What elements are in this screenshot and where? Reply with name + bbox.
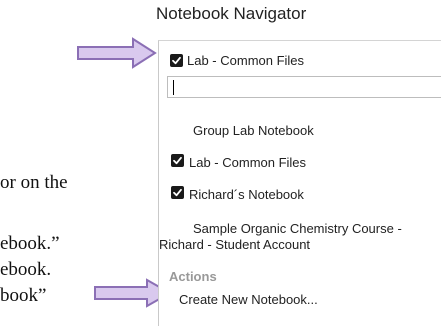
notebook-navigator-panel: Lab - Common Files ▴ Group Lab Notebook bbox=[158, 40, 441, 326]
page: or on the ebook.” ebook. book” Notebook … bbox=[0, 0, 441, 326]
current-notebook-label: Lab - Common Files bbox=[187, 53, 305, 68]
notebook-item-sample-organic-chemistry[interactable]: Sample Organic Chemistry Course - Richar… bbox=[159, 221, 441, 257]
notebook-search-field[interactable] bbox=[167, 76, 441, 98]
doc-text-line: ebook. bbox=[0, 259, 52, 280]
doc-text-line: or on the bbox=[0, 172, 68, 193]
notebook-item-lab-common-files[interactable]: Lab - Common Files bbox=[159, 152, 441, 172]
notebook-item-label: Sample Organic Chemistry Course - bbox=[193, 221, 402, 236]
actions-heading: Actions bbox=[169, 269, 217, 284]
checkbox-checked-icon[interactable] bbox=[171, 186, 184, 202]
checkbox-checked-icon bbox=[170, 54, 183, 72]
doc-text-line: book” bbox=[0, 285, 47, 306]
notebook-item-richards-notebook[interactable]: Richard´s Notebook bbox=[159, 184, 441, 204]
doc-text-line: ebook.” bbox=[0, 233, 60, 254]
notebook-item-label: Lab - Common Files bbox=[189, 155, 307, 170]
notebook-item-label: Group Lab Notebook bbox=[193, 123, 314, 138]
create-new-notebook-link[interactable]: Create New Notebook... bbox=[179, 292, 318, 307]
notebook-item-label: Richard - Student Account bbox=[159, 237, 311, 252]
checkbox-checked-icon[interactable] bbox=[171, 154, 184, 170]
notebook-selector-dropdown[interactable]: Lab - Common Files ▴ bbox=[159, 41, 441, 75]
notebook-item-label: Richard´s Notebook bbox=[189, 187, 304, 202]
notebook-search-input[interactable] bbox=[172, 79, 432, 95]
callout-arrow-top bbox=[77, 37, 157, 69]
text-cursor bbox=[173, 80, 174, 95]
notebook-item-group-lab-notebook[interactable]: Group Lab Notebook bbox=[159, 121, 441, 141]
navigator-title: Notebook Navigator bbox=[156, 4, 307, 23]
